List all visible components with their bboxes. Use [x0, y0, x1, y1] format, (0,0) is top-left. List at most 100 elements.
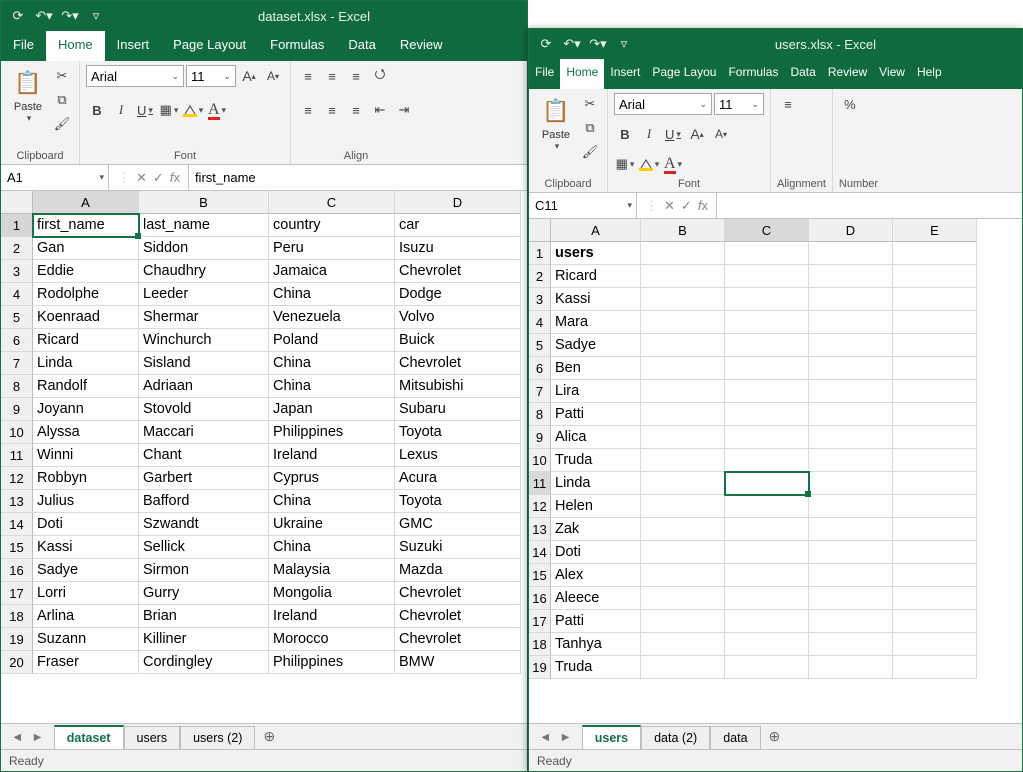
- row-header[interactable]: 10: [529, 449, 551, 472]
- cell[interactable]: Sirmon: [139, 559, 269, 582]
- tab-file[interactable]: File: [1, 31, 46, 61]
- cell[interactable]: Ireland: [269, 605, 395, 628]
- row-header[interactable]: 7: [529, 380, 551, 403]
- font-color-button[interactable]: A▾: [662, 153, 684, 175]
- cell[interactable]: [725, 495, 809, 518]
- row-header[interactable]: 4: [529, 311, 551, 334]
- cell[interactable]: China: [269, 352, 395, 375]
- undo-icon[interactable]: ↶▾: [561, 33, 583, 55]
- row-header[interactable]: 15: [1, 536, 33, 559]
- cell[interactable]: Siddon: [139, 237, 269, 260]
- cell[interactable]: [641, 518, 725, 541]
- row-header[interactable]: 6: [1, 329, 33, 352]
- cell[interactable]: [809, 311, 893, 334]
- cell[interactable]: Truda: [551, 656, 641, 679]
- cell[interactable]: [809, 656, 893, 679]
- chevron-down-icon[interactable]: ⌄: [749, 99, 759, 110]
- chevron-down-icon[interactable]: ▾: [627, 200, 632, 211]
- row-header[interactable]: 14: [529, 541, 551, 564]
- cell[interactable]: users: [551, 242, 641, 265]
- align-right-icon[interactable]: ≡: [345, 99, 367, 121]
- cell[interactable]: Chaudhry: [139, 260, 269, 283]
- cell[interactable]: [893, 472, 977, 495]
- cell[interactable]: Mara: [551, 311, 641, 334]
- row-header[interactable]: 13: [529, 518, 551, 541]
- tab-formulas[interactable]: Formulas: [258, 31, 336, 61]
- cell[interactable]: Chevrolet: [395, 582, 521, 605]
- spreadsheet-grid[interactable]: ABCD1first_namelast_namecountrycar2GanSi…: [1, 191, 527, 723]
- row-header[interactable]: 1: [529, 242, 551, 265]
- cell[interactable]: Linda: [551, 472, 641, 495]
- cell[interactable]: Koenraad: [33, 306, 139, 329]
- cell[interactable]: Lexus: [395, 444, 521, 467]
- cell[interactable]: Chevrolet: [395, 352, 521, 375]
- add-sheet-button[interactable]: ⊕: [255, 728, 283, 745]
- align-middle-icon[interactable]: ≡: [321, 65, 343, 87]
- formula-input[interactable]: first_name: [188, 165, 527, 190]
- row-header[interactable]: 18: [1, 605, 33, 628]
- row-header[interactable]: 7: [1, 352, 33, 375]
- cell[interactable]: Mitsubishi: [395, 375, 521, 398]
- row-header[interactable]: 19: [529, 656, 551, 679]
- select-all-corner[interactable]: [1, 191, 33, 214]
- cell[interactable]: [809, 426, 893, 449]
- copy-icon[interactable]: ⧉: [579, 117, 601, 139]
- cell[interactable]: [725, 541, 809, 564]
- row-header[interactable]: 6: [529, 357, 551, 380]
- cell[interactable]: [725, 334, 809, 357]
- cell[interactable]: [893, 564, 977, 587]
- format-painter-icon[interactable]: 🖌: [579, 141, 601, 163]
- cell[interactable]: [725, 357, 809, 380]
- percent-icon[interactable]: %: [839, 93, 861, 115]
- sheet-tab-dataset[interactable]: dataset: [54, 725, 124, 749]
- cell[interactable]: [725, 311, 809, 334]
- cell[interactable]: Adriaan: [139, 375, 269, 398]
- tab-formulas[interactable]: Formulas: [722, 59, 784, 89]
- cell[interactable]: last_name: [139, 214, 269, 237]
- cell[interactable]: [809, 265, 893, 288]
- cell[interactable]: Toyota: [395, 421, 521, 444]
- qa-dropdown-icon[interactable]: ▿: [85, 5, 107, 27]
- font-size-select[interactable]: 11⌄: [186, 65, 236, 87]
- cell[interactable]: Morocco: [269, 628, 395, 651]
- chevron-down-icon[interactable]: ▾: [553, 141, 560, 152]
- cell[interactable]: Alyssa: [33, 421, 139, 444]
- sheet-tab-users2[interactable]: users (2): [180, 726, 255, 749]
- cell[interactable]: [809, 449, 893, 472]
- col-header[interactable]: B: [139, 191, 269, 214]
- increase-indent-icon[interactable]: ⇥: [393, 99, 415, 121]
- cell[interactable]: [809, 357, 893, 380]
- cell[interactable]: Sadye: [551, 334, 641, 357]
- font-family-select[interactable]: Arial⌄: [614, 93, 712, 115]
- cell[interactable]: [641, 403, 725, 426]
- col-header[interactable]: E: [893, 219, 977, 242]
- sheet-tab-users[interactable]: users: [582, 725, 641, 749]
- row-header[interactable]: 3: [1, 260, 33, 283]
- align-left-icon[interactable]: ≡: [297, 99, 319, 121]
- row-header[interactable]: 9: [1, 398, 33, 421]
- decrease-font-icon[interactable]: A▾: [262, 65, 284, 87]
- qa-dropdown-icon[interactable]: ▿: [613, 33, 635, 55]
- cell[interactable]: [725, 564, 809, 587]
- cell[interactable]: [725, 403, 809, 426]
- cell[interactable]: [725, 472, 809, 495]
- font-color-button[interactable]: A▾: [206, 99, 228, 121]
- tab-review[interactable]: Review: [388, 31, 455, 61]
- row-header[interactable]: 18: [529, 633, 551, 656]
- cell[interactable]: Garbert: [139, 467, 269, 490]
- cell[interactable]: Suzann: [33, 628, 139, 651]
- cell[interactable]: [641, 334, 725, 357]
- cell[interactable]: [641, 633, 725, 656]
- row-header[interactable]: 10: [1, 421, 33, 444]
- cut-icon[interactable]: ✂: [51, 65, 73, 87]
- cell[interactable]: Sisland: [139, 352, 269, 375]
- autosave-icon[interactable]: ⟳: [535, 33, 557, 55]
- cell[interactable]: [725, 587, 809, 610]
- cell[interactable]: [809, 610, 893, 633]
- cell[interactable]: Linda: [33, 352, 139, 375]
- chevron-down-icon[interactable]: ▾: [99, 172, 104, 183]
- cell[interactable]: [641, 656, 725, 679]
- tab-scroll-right-icon[interactable]: ►: [555, 730, 575, 744]
- cell[interactable]: [641, 541, 725, 564]
- cell[interactable]: Dodge: [395, 283, 521, 306]
